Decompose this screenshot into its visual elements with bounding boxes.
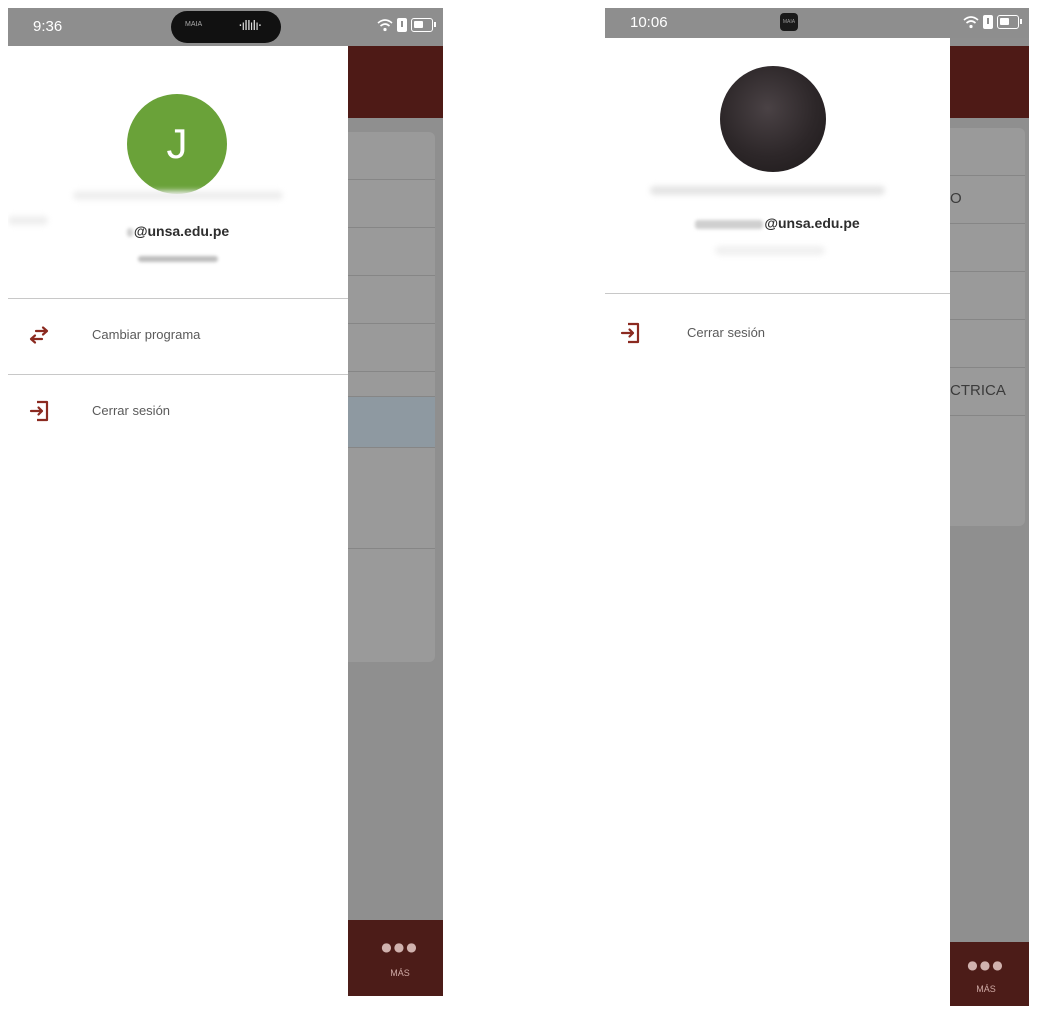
nav-more-label: MÁS [390, 968, 410, 978]
list-item-text: O [950, 190, 962, 207]
profile-email: @unsa.edu.pe [8, 223, 348, 239]
more-dots-icon: ●●● [967, 958, 1005, 972]
list-item[interactable] [940, 128, 1025, 176]
list-item[interactable] [338, 372, 435, 397]
dynamic-island: MAIA ·ıIIıIı· [171, 11, 281, 43]
more-dots-icon: ●●● [381, 940, 419, 954]
phone-screen-right: O CTRICA ●●● MÁS 10:06 MAIA @unsa.edu.pe… [605, 8, 1029, 1006]
redacted-subtitle [715, 246, 825, 255]
swap-arrows-icon [29, 326, 49, 344]
list-item[interactable] [338, 324, 435, 372]
status-bar: 10:06 MAIA [605, 8, 1029, 38]
list-item[interactable] [338, 180, 435, 228]
list-item[interactable] [940, 320, 1025, 368]
wifi-icon [377, 19, 393, 32]
app-badge: MAIA [780, 13, 798, 31]
list-item[interactable]: O [940, 176, 1025, 224]
list-item[interactable] [338, 132, 435, 180]
list-item[interactable] [940, 224, 1025, 272]
list-item[interactable] [338, 448, 435, 549]
avatar: J [127, 94, 227, 194]
redacted-name [650, 186, 885, 195]
battery-icon [997, 15, 1022, 29]
menu-item-cerrar-sesion[interactable]: Cerrar sesión [605, 304, 950, 364]
nav-more-button[interactable]: ●●● MÁS [943, 942, 1029, 1006]
redacted-subtitle [8, 254, 348, 263]
list-item[interactable] [940, 416, 1025, 526]
profile-divider [605, 293, 950, 294]
status-time: 10:06 [630, 14, 668, 31]
list-item-highlighted[interactable] [338, 397, 435, 448]
status-icons [377, 18, 436, 32]
nav-more-label: MÁS [976, 984, 996, 994]
wifi-icon [963, 16, 979, 29]
phone-screen-left: ●●● MÁS 9:36 MAIA ·ıIIıIı· J @unsa.edu.p… [8, 8, 443, 996]
menu-label: Cerrar sesión [92, 403, 171, 418]
menu-label: Cambiar programa [92, 327, 201, 342]
sim-alert-icon [983, 15, 993, 29]
list-item[interactable]: CTRICA [940, 368, 1025, 416]
profile-divider [8, 298, 348, 299]
course-list-card [338, 132, 435, 662]
list-item[interactable] [338, 228, 435, 276]
battery-icon [411, 18, 436, 32]
audio-wave-icon: ·ıIIıIı· [238, 19, 262, 34]
profile-email: @unsa.edu.pe [605, 215, 950, 231]
list-item-text: CTRICA [950, 382, 1006, 399]
island-app-label: MAIA [185, 21, 203, 28]
menu-label: Cerrar sesión [687, 325, 766, 340]
nav-more-button[interactable]: ●●● MÁS [357, 920, 443, 996]
status-bar: 9:36 MAIA ·ıIIıIı· [8, 8, 443, 46]
sim-alert-icon [397, 18, 407, 32]
menu-item-cambiar-programa[interactable]: Cambiar programa [8, 306, 348, 366]
logout-icon [620, 322, 640, 344]
navigation-drawer: J @unsa.edu.pe Cambiar programa Cerrar s… [8, 46, 348, 996]
list-item[interactable] [338, 276, 435, 324]
status-time: 9:36 [33, 18, 63, 35]
redacted-name [73, 191, 283, 200]
menu-divider [8, 374, 348, 375]
logout-icon [29, 400, 49, 422]
navigation-drawer: @unsa.edu.pe Cerrar sesión [605, 38, 950, 1006]
list-item[interactable] [940, 272, 1025, 320]
course-list-card: O CTRICA [940, 128, 1025, 526]
status-icons [963, 15, 1022, 29]
avatar [720, 66, 826, 172]
menu-item-cerrar-sesion[interactable]: Cerrar sesión [8, 382, 348, 442]
